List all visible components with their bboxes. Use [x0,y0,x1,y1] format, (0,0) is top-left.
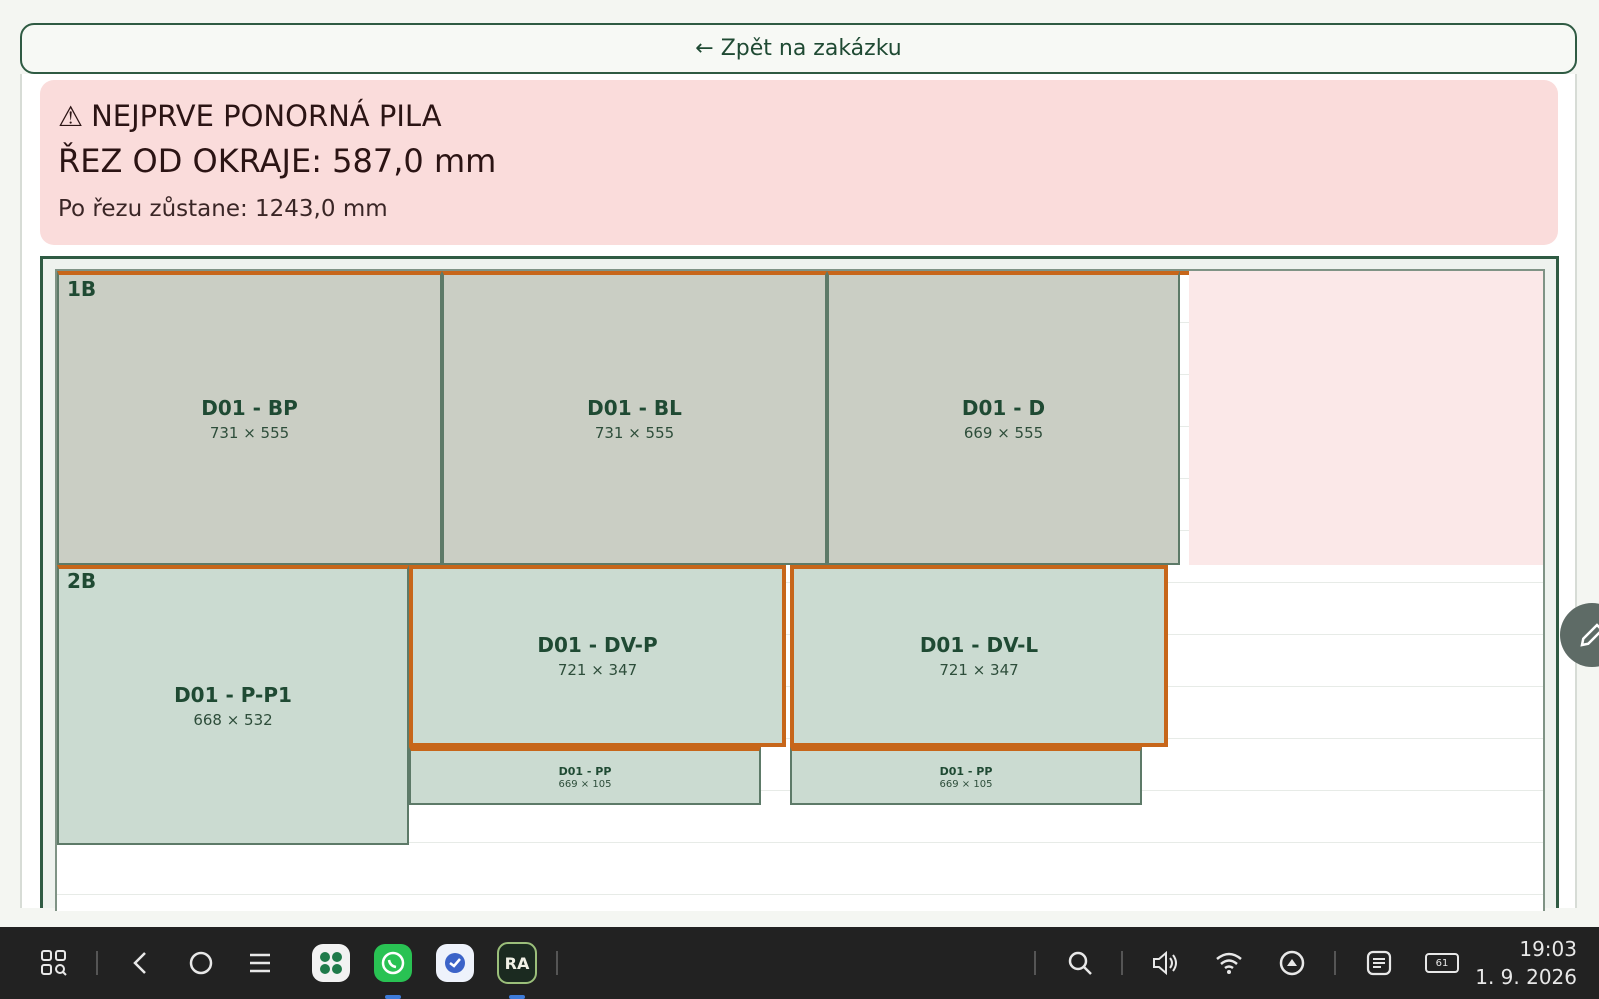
piece-d01-p-p1[interactable]: D01 - P-P1 668 × 532 [57,565,409,845]
piece-name: D01 - BL [587,396,682,420]
search-icon[interactable] [1065,927,1095,999]
volume-icon[interactable] [1150,927,1182,999]
piece-d01-d[interactable]: D01 - D 669 × 555 [827,271,1180,565]
taskbar-separator [96,951,98,975]
piece-dims: 731 × 555 [209,424,290,442]
calculator-app-icon[interactable] [311,927,351,999]
piece-d01-dv-p[interactable]: D01 - DV-P 721 × 347 [409,565,786,747]
board-sheet: D01 - BP 731 × 555 D01 - BL 731 × 555 D0… [55,269,1545,911]
ra-app-icon[interactable]: RA [497,927,537,999]
piece-d01-pp[interactable]: D01 - PP 669 × 105 [790,747,1142,805]
warning-title-row: ⚠ NEJPRVE PONORNÁ PILA [58,96,1540,136]
warning-title: NEJPRVE PONORNÁ PILA [91,99,442,133]
piece-name: D01 - D [961,396,1046,420]
piece-name: D01 - PP [558,764,612,778]
waste-zone [1189,271,1543,565]
clock-app-icon[interactable] [435,927,475,999]
app-drawer-icon[interactable] [36,927,72,999]
piece-dims: 668 × 532 [193,711,273,729]
piece-dims: 669 × 105 [558,778,612,790]
piece-dims: 721 × 347 [939,661,1019,679]
battery-level: 61 [1425,953,1459,973]
piece-name: D01 - PP [939,764,993,778]
piece-d01-bl[interactable]: D01 - BL 731 × 555 [442,271,827,565]
running-indicator [385,995,401,999]
cut-warning-panel: ⚠ NEJPRVE PONORNÁ PILA ŘEZ OD OKRAJE: 58… [40,80,1558,245]
clock-date: 1. 9. 2026 [1475,965,1577,989]
piece-dims: 669 × 105 [939,778,993,790]
home-icon[interactable] [184,927,218,999]
piece-name: D01 - P-P1 [174,683,292,707]
piece-name: D01 - BP [201,396,298,420]
pencil-icon [1580,623,1599,647]
taskbar-separator [1334,951,1336,975]
cut-distance: ŘEZ OD OKRAJE: 587,0 mm [58,142,497,180]
back-to-order-button[interactable]: ← Zpět na zakázku [20,23,1577,74]
strip-label-1b: 1B [67,277,97,301]
piece-dims: 721 × 347 [557,661,638,679]
piece-d01-pp[interactable]: D01 - PP 669 × 105 [409,747,761,805]
notes-icon[interactable] [1363,927,1395,999]
system-clock: 19:03 1. 9. 2026 [1475,935,1577,991]
back-icon[interactable] [125,927,155,999]
whatsapp-app-icon[interactable] [373,927,413,999]
remaining-length: Po řezu zůstane: 1243,0 mm [58,196,388,222]
piece-name: D01 - DV-L [919,633,1039,657]
strip-label-2b: 2B [67,569,97,593]
warning-triangle-icon: ⚠ [58,99,84,133]
piece-d01-bp[interactable]: D01 - BP 731 × 555 [57,271,442,565]
piece-dims: 669 × 555 [963,424,1044,442]
taskbar-separator [1121,951,1123,975]
piece-d01-dv-l[interactable]: D01 - DV-L 721 × 347 [790,565,1168,747]
piece-dims: 731 × 555 [594,424,675,442]
piece-name: D01 - DV-P [537,633,658,657]
upload-icon[interactable] [1276,927,1308,999]
system-taskbar: RA 61 19:03 1. 9. 2026 [0,927,1599,999]
clock-time: 19:03 [1519,937,1577,961]
taskbar-separator [1034,951,1036,975]
running-indicator [509,995,525,999]
cutting-board: D01 - BP 731 × 555 D01 - BL 731 × 555 D0… [40,256,1559,911]
battery-icon: 61 [1424,927,1460,999]
recents-icon[interactable] [245,927,275,999]
wifi-icon[interactable] [1213,927,1245,999]
taskbar-separator [556,951,558,975]
